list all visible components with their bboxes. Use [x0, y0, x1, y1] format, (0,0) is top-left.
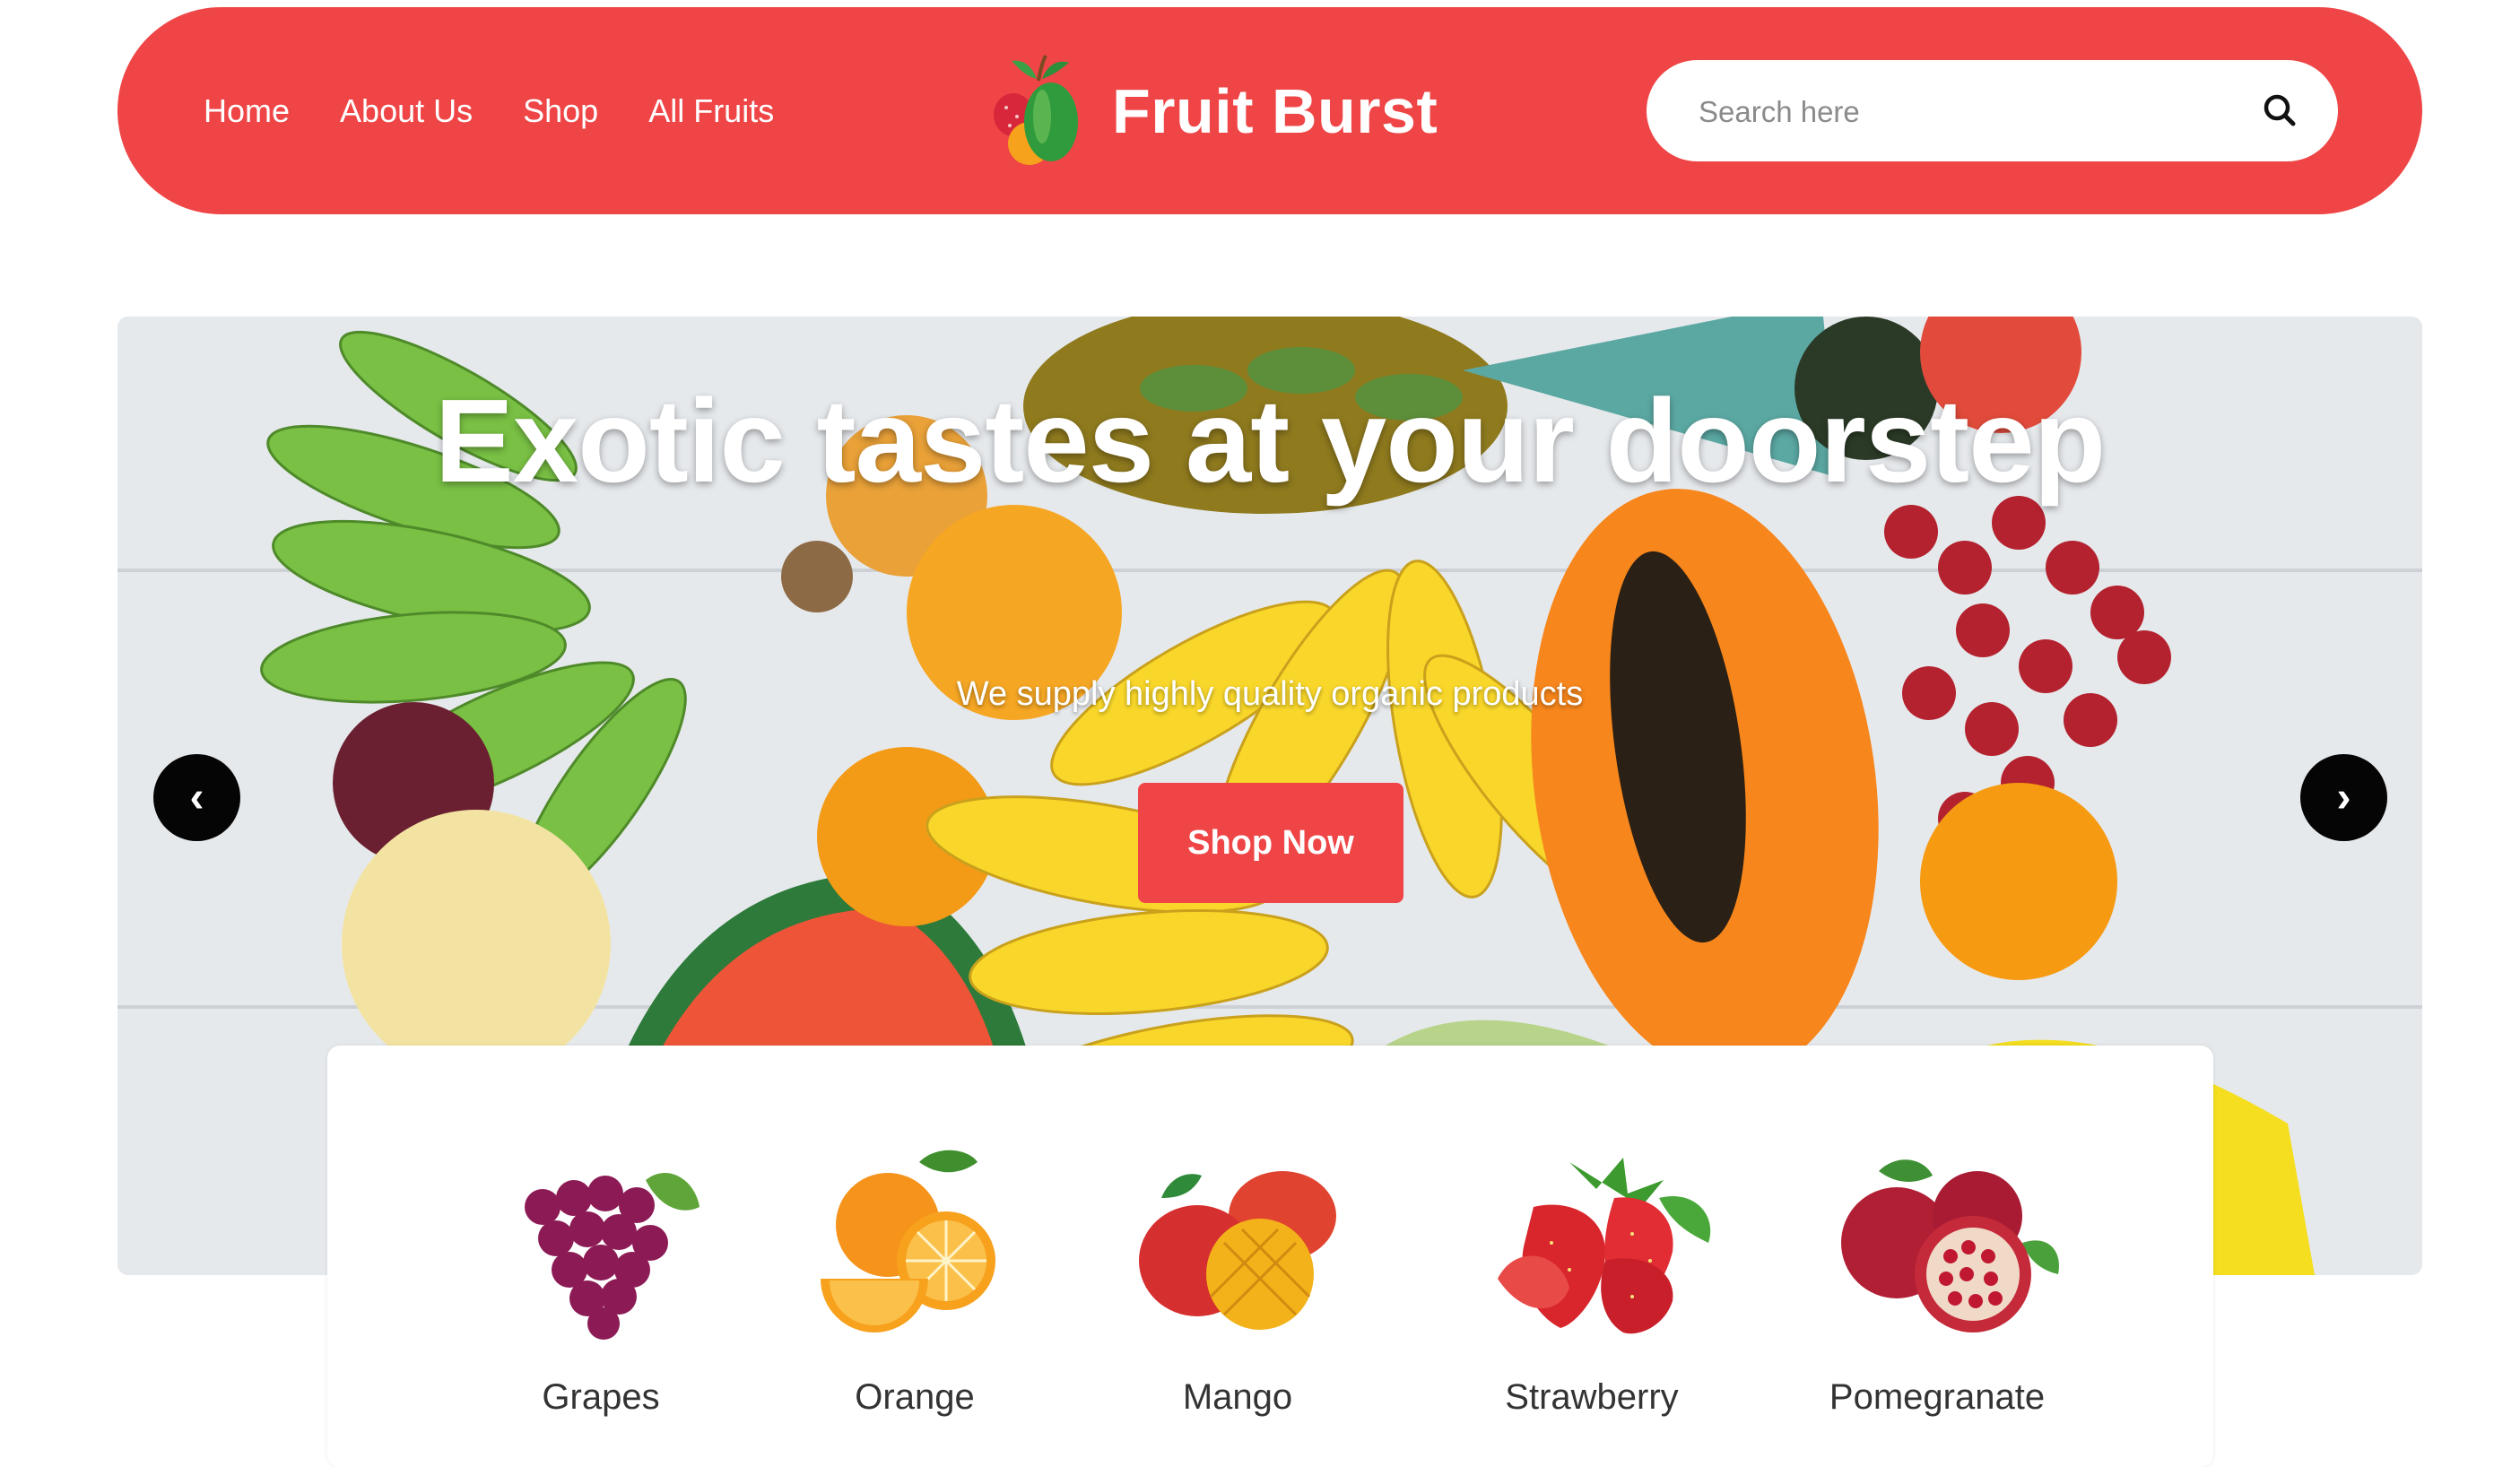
pomegranate-image [1841, 1159, 2059, 1332]
mango-image [1139, 1171, 1336, 1330]
fruit-logo-icon [994, 55, 1078, 165]
hero-title: Exotic tastes at your doorstep [434, 375, 2106, 507]
nav-home[interactable]: Home [204, 92, 290, 130]
nav-shop[interactable]: Shop [523, 92, 598, 130]
category-grapes[interactable]: Grapes [466, 1046, 735, 1467]
hero-subtitle: We supply highly quality organic product… [956, 675, 1584, 713]
category-card: Grapes Orange Mango Strawberry Pomegrana… [327, 1046, 2213, 1467]
category-strawberry[interactable]: Strawberry [1457, 1046, 1726, 1467]
category-mango[interactable]: Mango [1103, 1046, 1372, 1467]
carousel-prev-button[interactable]: ‹ [153, 754, 240, 841]
grapes-image [525, 1172, 700, 1340]
category-orange[interactable]: Orange [780, 1046, 1049, 1467]
search-icon [2264, 94, 2296, 126]
brand[interactable]: Fruit Burst [986, 52, 1438, 170]
category-pomegranate[interactable]: Pomegranate [1803, 1046, 2072, 1467]
shop-now-button[interactable]: Shop Now [1138, 783, 1403, 903]
category-label: Orange [855, 1377, 975, 1417]
site-header: Home About Us Shop All Fruits Fruit Burs… [117, 7, 2422, 214]
carousel-next-button[interactable]: › [2300, 754, 2387, 841]
chevron-left-icon: ‹ [189, 774, 204, 821]
nav-all-fruits[interactable]: All Fruits [648, 92, 774, 130]
search-button[interactable] [2253, 83, 2308, 139]
category-label: Mango [1182, 1377, 1293, 1417]
category-label: Strawberry [1505, 1377, 1679, 1417]
search-box [1647, 60, 2338, 163]
brand-name: Fruit Burst [1112, 76, 1438, 146]
main-nav: Home About Us Shop All Fruits [204, 7, 774, 214]
orange-image [821, 1150, 995, 1332]
chevron-right-icon: › [2336, 774, 2351, 821]
search-input[interactable] [1697, 60, 2256, 163]
strawberry-image [1498, 1158, 1711, 1334]
category-label: Pomegranate [1829, 1377, 2046, 1417]
category-label: Grapes [542, 1377, 660, 1417]
nav-about-us[interactable]: About Us [340, 92, 473, 130]
